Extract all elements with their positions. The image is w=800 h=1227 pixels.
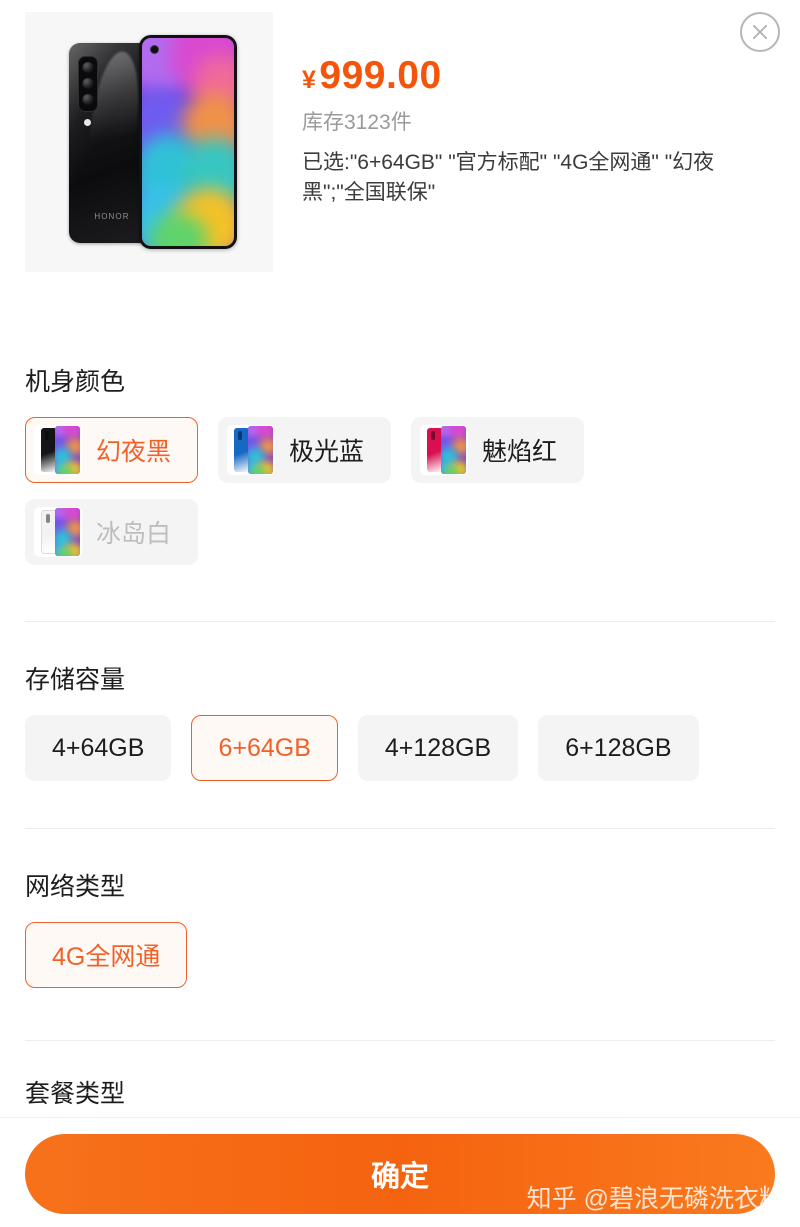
color-swatch-thumbnail — [420, 425, 469, 475]
color-option-2[interactable]: 极光蓝 — [218, 417, 392, 483]
stock-count: 库存3123件 — [302, 111, 412, 134]
close-x-glyph — [753, 25, 767, 39]
storage-option-3[interactable]: 4+128GB — [357, 715, 519, 781]
phone-screen — [142, 38, 234, 246]
color-option-label: 极光蓝 — [289, 438, 365, 466]
color-option-label: 冰岛白 — [96, 520, 172, 548]
punch-hole-camera-icon — [150, 45, 159, 54]
confirm-button[interactable]: 确定 — [25, 1134, 775, 1214]
section-title-storage: 存储容量 — [25, 666, 126, 694]
section-package-type: 套餐类型 — [0, 1082, 800, 1107]
product-info-column: ¥999.00 库存3123件 已选:"6+64GB" "官方标配" "4G全网… — [302, 56, 762, 208]
color-option-label: 幻夜黑 — [96, 438, 172, 466]
section-title-package: 套餐类型 — [25, 1080, 126, 1108]
section-title-color: 机身颜色 — [25, 368, 126, 396]
color-option-1[interactable]: 幻夜黑 — [25, 417, 199, 483]
phone-front-view — [139, 35, 237, 249]
storage-option-4[interactable]: 6+128GB — [538, 715, 699, 781]
bottom-action-bar: 确定 知乎 @碧浪无磷洗衣粉 — [0, 1117, 800, 1227]
storage-option-1[interactable]: 4+64GB — [25, 715, 172, 781]
color-option-label: 魅焰红 — [482, 438, 558, 466]
divider-after-color — [25, 621, 775, 622]
divider-after-storage — [25, 828, 775, 829]
product-summary-header: HONOR ¥999.00 库存3123件 已选:"6+64GB" "官方标配"… — [0, 0, 800, 300]
network-option-list: 4G全网通 — [25, 922, 775, 988]
close-icon[interactable] — [740, 12, 780, 52]
product-thumbnail[interactable]: HONOR — [25, 12, 273, 272]
section-body-color: 机身颜色 幻夜黑 极光蓝 魅焰红冰岛白 — [0, 370, 800, 565]
color-option-3[interactable]: 魅焰红 — [411, 417, 585, 483]
selected-sku-summary: 已选:"6+64GB" "官方标配" "4G全网通" "幻夜黑";"全国联保" — [302, 151, 715, 204]
product-sku-selector-modal: HONOR ¥999.00 库存3123件 已选:"6+64GB" "官方标配"… — [0, 0, 800, 1227]
phone-illustration: HONOR — [55, 33, 243, 251]
network-option-1[interactable]: 4G全网通 — [25, 922, 188, 988]
section-network-type: 网络类型 4G全网通 — [0, 875, 800, 988]
section-title-network: 网络类型 — [25, 873, 126, 901]
storage-option-2[interactable]: 6+64GB — [191, 715, 338, 781]
color-option-4: 冰岛白 — [25, 499, 199, 565]
camera-module-icon — [78, 56, 98, 112]
color-option-list: 幻夜黑 极光蓝 魅焰红冰岛白 — [25, 417, 775, 565]
section-storage-capacity: 存储容量 4+64GB 6+64GB 4+128GB 6+128GB — [0, 668, 800, 781]
currency-symbol: ¥ — [302, 66, 317, 94]
storage-option-list: 4+64GB 6+64GB 4+128GB 6+128GB — [25, 715, 775, 781]
color-swatch-thumbnail — [34, 425, 82, 475]
product-price: ¥999.00 — [302, 56, 762, 95]
camera-flash-icon — [84, 119, 91, 126]
price-value: 999.00 — [319, 54, 442, 97]
divider-after-network — [25, 1040, 775, 1041]
color-swatch-thumbnail — [34, 507, 82, 557]
color-swatch-thumbnail — [227, 425, 276, 475]
